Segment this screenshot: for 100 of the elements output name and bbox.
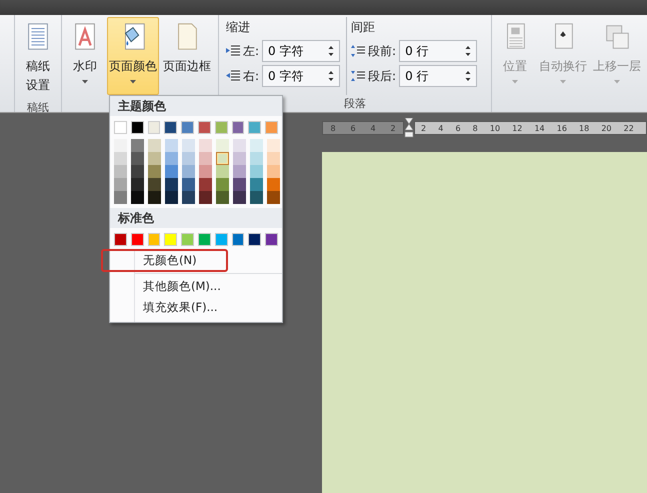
color-swatch[interactable] <box>216 139 229 152</box>
color-swatch[interactable] <box>233 165 246 178</box>
ruler-number: 6 <box>350 124 356 132</box>
spin-field[interactable]: 0 行 <box>399 65 478 87</box>
color-swatch[interactable] <box>165 191 178 204</box>
color-swatch[interactable] <box>248 121 262 134</box>
color-swatch[interactable] <box>216 152 229 165</box>
color-swatch[interactable] <box>181 121 194 134</box>
ruler-number: 8 <box>330 124 336 132</box>
color-swatch[interactable] <box>114 139 127 152</box>
color-swatch[interactable] <box>199 178 212 191</box>
color-swatch[interactable] <box>233 191 246 204</box>
color-swatch[interactable] <box>164 121 178 134</box>
color-swatch[interactable] <box>114 178 127 191</box>
color-swatch[interactable] <box>182 152 195 165</box>
color-swatch[interactable] <box>250 152 263 165</box>
ruler-number: 4 <box>370 124 376 132</box>
field-label: 左: <box>243 42 260 60</box>
color-swatch[interactable] <box>214 121 228 134</box>
color-swatch[interactable] <box>232 121 244 134</box>
color-swatch[interactable] <box>199 152 212 165</box>
color-swatch[interactable] <box>233 139 246 152</box>
menu-item[interactable]: 其他颜色(M)... <box>135 276 282 297</box>
color-swatch[interactable] <box>114 152 127 165</box>
color-swatch[interactable] <box>131 191 144 204</box>
color-swatch[interactable] <box>250 165 263 178</box>
color-swatch[interactable] <box>267 165 280 178</box>
color-swatch[interactable] <box>181 233 194 246</box>
line-spacing-icon <box>351 45 366 57</box>
color-swatch[interactable] <box>267 178 280 191</box>
color-swatch[interactable] <box>232 233 244 246</box>
ribbon-button[interactable]: 页面颜色 <box>107 17 159 95</box>
color-swatch[interactable] <box>114 165 127 178</box>
color-swatch[interactable] <box>233 178 246 191</box>
color-swatch[interactable] <box>148 165 161 178</box>
spin-field[interactable]: 0 行 <box>399 40 478 62</box>
color-swatch[interactable] <box>164 233 178 246</box>
color-swatch[interactable] <box>148 121 160 134</box>
spin-field[interactable]: 0 字符 <box>262 65 340 87</box>
color-swatch[interactable] <box>216 191 229 204</box>
color-swatch[interactable] <box>130 121 144 134</box>
indent-icon <box>226 70 240 82</box>
color-swatch[interactable] <box>267 139 280 152</box>
color-swatch[interactable] <box>216 165 229 178</box>
color-swatch[interactable] <box>198 121 211 134</box>
color-swatch[interactable] <box>199 191 212 204</box>
color-swatch[interactable] <box>131 165 144 178</box>
menu-item[interactable]: 填充效果(F)... <box>135 297 282 318</box>
ribbon-button[interactable]: 水印 <box>65 17 105 95</box>
menu-section-header: 标准色 <box>110 208 282 228</box>
color-swatch[interactable] <box>267 191 280 204</box>
color-swatch[interactable] <box>182 178 195 191</box>
color-swatch[interactable] <box>250 139 263 152</box>
color-swatch[interactable] <box>250 191 263 204</box>
line-spacing-icon <box>351 70 366 82</box>
color-swatch[interactable] <box>130 233 144 246</box>
section-label: 间距 <box>351 19 376 36</box>
color-swatch[interactable] <box>131 178 144 191</box>
color-swatch[interactable] <box>199 139 212 152</box>
ribbon-button[interactable]: 稿纸设置 <box>18 17 58 99</box>
ruler-number: 6 <box>455 124 461 132</box>
color-swatch[interactable] <box>267 152 280 165</box>
ruler-number: 20 <box>601 124 612 132</box>
menu-item[interactable]: 无颜色(N) <box>102 250 227 271</box>
color-swatch[interactable] <box>165 178 178 191</box>
color-swatch[interactable] <box>198 233 211 246</box>
color-swatch[interactable] <box>216 178 229 191</box>
ruler-number: 22 <box>624 124 634 132</box>
ruler-number: 2 <box>390 124 396 132</box>
color-swatch[interactable] <box>131 139 144 152</box>
color-swatch[interactable] <box>165 165 178 178</box>
color-swatch[interactable] <box>265 121 278 134</box>
color-swatch[interactable] <box>148 191 161 204</box>
color-swatch[interactable] <box>148 178 161 191</box>
color-swatch[interactable] <box>114 191 127 204</box>
color-swatch[interactable] <box>233 152 246 165</box>
color-swatch[interactable] <box>148 139 161 152</box>
spin-field[interactable]: 0 字符 <box>262 40 340 62</box>
color-swatch[interactable] <box>148 152 161 165</box>
group-label: 段落 <box>343 96 367 112</box>
ruler-number: 8 <box>472 124 478 132</box>
color-swatch[interactable] <box>250 178 263 191</box>
color-swatch[interactable] <box>114 121 127 134</box>
indent-marker-icon[interactable] <box>404 118 414 138</box>
ribbon-button[interactable]: 页面边框 <box>161 17 213 95</box>
color-swatch[interactable] <box>165 152 178 165</box>
ruler-number: 10 <box>490 124 500 132</box>
color-swatch[interactable] <box>114 233 127 246</box>
color-swatch[interactable] <box>148 233 160 246</box>
spin-arrows-icon <box>328 70 334 82</box>
color-swatch[interactable] <box>131 152 144 165</box>
color-swatch[interactable] <box>214 233 228 246</box>
color-swatch[interactable] <box>182 165 195 178</box>
color-swatch[interactable] <box>182 191 195 204</box>
color-swatch[interactable] <box>265 233 278 246</box>
color-swatch[interactable] <box>248 233 262 246</box>
color-swatch[interactable] <box>165 139 178 152</box>
color-swatch[interactable] <box>199 165 212 178</box>
color-swatch[interactable] <box>182 139 195 152</box>
ruler-number: 18 <box>579 124 590 132</box>
